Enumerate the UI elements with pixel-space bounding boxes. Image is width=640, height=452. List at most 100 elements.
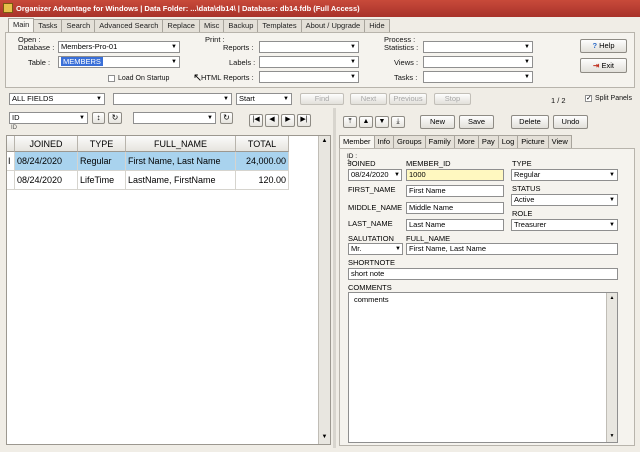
cell-total[interactable]: 24,000.00 [236,152,289,171]
full-name-field[interactable]: First Name, Last Name [406,243,618,255]
database-label: Database : [18,43,55,52]
cell-type[interactable]: Regular [78,152,126,171]
column-header-total[interactable]: TOTAL [236,136,289,152]
column-header-full-name[interactable]: FULL_NAME [126,136,236,152]
next-record-button[interactable]: ▶ [281,114,295,127]
html-reports-label: HTML Reports : [201,73,254,82]
tab-pay[interactable]: Pay [477,135,499,148]
save-button[interactable]: Save [459,115,494,129]
shortnote-field[interactable]: short note [348,268,618,280]
member-id-label: MEMBER_ID [406,159,451,168]
tab-about-upgrade[interactable]: About / Upgrade [300,19,366,32]
cell-joined[interactable]: 08/24/2020 [15,152,78,171]
next-button[interactable]: Next [350,93,387,105]
labels-select[interactable]: ▼ [259,56,359,68]
split-panels-label: Split Panels [595,95,632,102]
tab-info[interactable]: Info [373,135,395,148]
views-select[interactable]: ▼ [423,56,533,68]
stop-button[interactable]: Stop [434,93,471,105]
cell-total[interactable]: 120.00 [236,171,289,190]
search-mode-select[interactable]: Start ▼ [236,93,292,105]
middle-name-field[interactable]: Middle Name [406,202,504,214]
move-top-button[interactable]: ⤒ [343,116,357,128]
move-bottom-button[interactable]: ⤓ [391,116,405,128]
full-name-label: FULL_NAME [406,234,451,243]
sort-arrows-icon: ↕ [96,113,101,122]
role-select[interactable]: Treasurer ▼ [511,219,618,231]
tab-log[interactable]: Log [497,135,519,148]
tab-tasks[interactable]: Tasks [33,19,63,32]
sort-direction-button[interactable]: ↕ [92,112,105,124]
tab-backup[interactable]: Backup [223,19,259,32]
grid-vertical-scrollbar[interactable]: ▲ ▼ [318,136,330,444]
salutation-select[interactable]: Mr. ▼ [348,243,403,255]
search-text-input[interactable]: ▼ [113,93,232,105]
cell-full-name[interactable]: LastName, FirstName [126,171,236,190]
statistics-select[interactable]: ▼ [423,41,533,53]
move-up-button[interactable]: ▲ [359,116,373,128]
help-button[interactable]: ? Help [580,39,627,53]
tasks-select[interactable]: ▼ [423,71,533,83]
shortnote-label: SHORTNOTE [348,258,395,267]
reports-select[interactable]: ▼ [259,41,359,53]
reports-label: Reports : [223,43,254,52]
filter-select[interactable]: ▼ [133,112,216,124]
split-panels-checkbox[interactable]: ✓ [585,95,592,102]
column-header-joined[interactable]: JOINED [15,136,78,152]
last-name-field[interactable]: Last Name [406,219,504,231]
chevron-down-icon: ▼ [283,96,289,102]
tab-replace[interactable]: Replace [162,19,200,32]
tab-groups[interactable]: Groups [393,135,426,148]
load-on-startup-checkbox[interactable] [108,75,115,82]
cell-full-name[interactable]: First Name, Last Name [126,152,236,171]
tab-picture[interactable]: Picture [517,135,549,148]
table-select[interactable]: MEMBERS ▼ [58,56,180,68]
first-name-field[interactable]: First Name [406,185,504,197]
delete-button[interactable]: Delete [511,115,549,129]
tab-search[interactable]: Search [61,19,96,32]
tab-more[interactable]: More [453,135,479,148]
move-down-button[interactable]: ▼ [375,116,389,128]
html-reports-select[interactable]: ▼ [259,71,359,83]
previous-button[interactable]: Previous [389,93,427,105]
type-label: TYPE [512,159,532,168]
tab-hide[interactable]: Hide [364,19,390,32]
tab-templates[interactable]: Templates [257,19,302,32]
database-select[interactable]: Members-Pro-01 ▼ [58,41,180,53]
type-select[interactable]: Regular ▼ [511,169,618,181]
member-id-field[interactable]: 1000 [406,169,504,181]
records-grid: JOINED TYPE FULL_NAME TOTAL I 08/24/2020… [6,135,331,445]
sort-field-select[interactable]: ID ▼ [9,112,88,124]
undo-button[interactable]: Undo [553,115,588,129]
tab-member[interactable]: Member [339,135,375,148]
find-button[interactable]: Find [300,93,344,105]
search-field-select[interactable]: ALL FIELDS ▼ [9,93,105,105]
row-indicator: I [7,152,15,171]
tab-main[interactable]: Main [8,18,35,32]
tab-view[interactable]: View [547,135,572,148]
refresh-sort-button[interactable]: ↻ [108,112,122,124]
chevron-down-icon: ▼ [350,44,356,50]
status-select[interactable]: Active ▼ [511,194,618,206]
joined-field[interactable]: 08/24/2020 ▼ [348,169,402,181]
cell-type[interactable]: LifeTime [78,171,126,190]
prev-record-button[interactable]: ◀ [265,114,279,127]
tab-misc[interactable]: Misc [198,19,225,32]
app-icon [3,3,13,13]
new-button[interactable]: New [420,115,455,129]
split-handle[interactable] [333,108,336,448]
column-header-type[interactable]: TYPE [78,136,126,152]
first-record-button[interactable]: |◀ [249,114,263,127]
tab-family[interactable]: Family [424,135,455,148]
record-count: 1 / 2 [551,96,566,105]
cell-joined[interactable]: 08/24/2020 [15,171,78,190]
exit-icon: ⇥ [593,61,600,70]
chevron-down-icon: ▼ [395,246,401,252]
comments-textarea[interactable]: comments ▲ ▼ [348,292,618,443]
tab-advanced-search[interactable]: Advanced Search [94,19,164,32]
last-record-button[interactable]: ▶| [297,114,311,127]
comments-scrollbar[interactable]: ▲ ▼ [606,293,617,442]
exit-button[interactable]: ⇥ Exit [580,58,627,73]
chevron-down-icon: ▼ [350,74,356,80]
refresh-filter-button[interactable]: ↻ [220,112,233,124]
